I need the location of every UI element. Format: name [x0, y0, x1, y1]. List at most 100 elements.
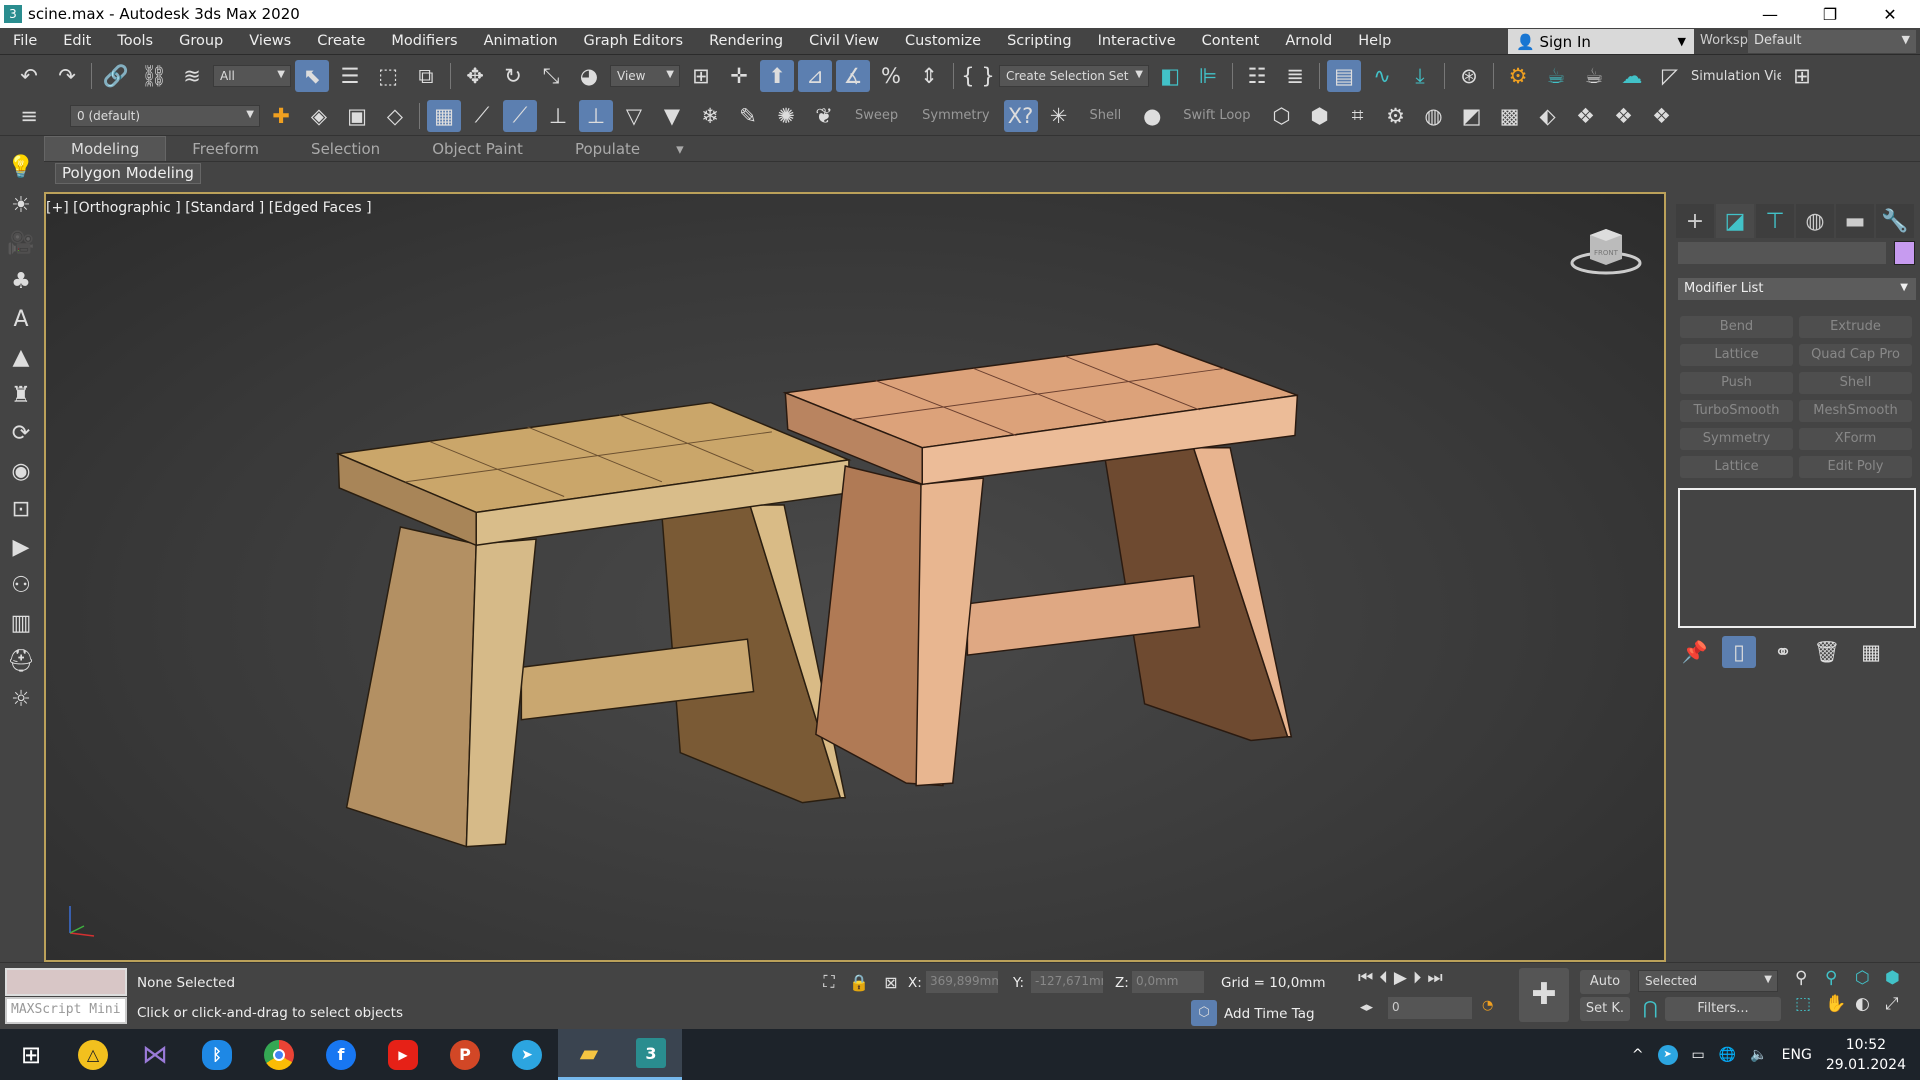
rendered-frame-window-icon[interactable]: ☕: [1539, 60, 1573, 92]
symmetry-button[interactable]: Symmetry: [912, 108, 999, 123]
group-icon[interactable]: ⚇: [4, 569, 38, 601]
taskbar-app-telegram[interactable]: ➤: [496, 1029, 558, 1080]
light-bulb-icon[interactable]: 💡: [4, 151, 38, 183]
grid-snap-icon[interactable]: ▦: [427, 99, 461, 132]
menu-interactive[interactable]: Interactive: [1085, 33, 1189, 49]
set-key-button[interactable]: Set K.: [1580, 997, 1630, 1021]
menu-civil-view[interactable]: Civil View: [796, 33, 892, 49]
menu-edit[interactable]: Edit: [50, 33, 104, 49]
modifier-push-button[interactable]: Push: [1680, 372, 1793, 394]
selection-filter-dropdown[interactable]: All ▼: [213, 65, 291, 87]
modifier-stack[interactable]: [1678, 488, 1916, 628]
menu-help[interactable]: Help: [1345, 33, 1404, 49]
telegram-tray-icon[interactable]: ➤: [1657, 1044, 1678, 1065]
paint-icon[interactable]: ✎: [731, 100, 765, 132]
frame-icon[interactable]: ⊡: [4, 493, 38, 525]
volume-icon[interactable]: 🔈: [1750, 1047, 1767, 1063]
remove-modifier-icon[interactable]: 🗑: [1810, 636, 1844, 668]
shell-button[interactable]: Shell: [1080, 108, 1132, 123]
ribbon-options-icon[interactable]: ▾: [666, 137, 694, 161]
restore-button[interactable]: ❐: [1800, 5, 1860, 24]
go-to-end-icon[interactable]: ⏭: [1427, 968, 1442, 988]
taskbar-app-autodesk[interactable]: △: [62, 1029, 124, 1080]
spinner-snap-icon[interactable]: ⇕: [912, 60, 946, 92]
toggle-ribbon-icon[interactable]: ▤: [1327, 60, 1361, 92]
camera-icon[interactable]: 🎥: [4, 227, 38, 259]
z-coordinate-field[interactable]: 0,0mm: [1132, 971, 1204, 993]
reference-coordinate-dropdown[interactable]: View ▼: [610, 65, 680, 87]
open-a360-gallery-icon[interactable]: ◸: [1653, 60, 1687, 92]
auto-key-button[interactable]: Auto: [1580, 970, 1630, 994]
modifier-edit-poly-button[interactable]: Edit Poly: [1799, 456, 1912, 478]
layer-pivot-icon[interactable]: ⬖: [1531, 100, 1565, 132]
add-time-tag-button[interactable]: Add Time Tag: [1224, 1006, 1315, 1022]
layer-manager-icon[interactable]: ≡: [12, 100, 46, 132]
filters-button[interactable]: Filters...: [1665, 997, 1781, 1021]
layers-icon[interactable]: ◈: [302, 100, 336, 132]
modifier-quad-cap-pro-button[interactable]: Quad Cap Pro: [1799, 344, 1912, 366]
menu-group[interactable]: Group: [166, 33, 236, 49]
zoom-extents-all-icon[interactable]: ⬢: [1885, 968, 1915, 988]
scene-explorer-icon[interactable]: ☷: [1240, 60, 1274, 92]
named-selection-set-dropdown[interactable]: Create Selection Set ▼: [999, 65, 1149, 87]
sign-in-button[interactable]: 👤 Sign In ▼: [1508, 29, 1694, 54]
taskbar-app-file-explorer[interactable]: ▰: [558, 1029, 620, 1080]
select-by-name-icon[interactable]: ☰: [333, 60, 367, 92]
sweep-icon[interactable]: ❦: [807, 100, 841, 132]
viewport-label[interactable]: [+] [Orthographic ] [Standard ] [Edged F…: [46, 200, 372, 216]
start-button[interactable]: ⊞: [0, 1029, 62, 1080]
y-coordinate-field[interactable]: -127,671mm: [1031, 971, 1103, 993]
maxscript-mini-listener[interactable]: MAXScript Mini: [5, 997, 127, 1024]
simulation-view-label[interactable]: Simulation View: [1691, 69, 1781, 84]
rectangular-selection-icon[interactable]: ⬚: [371, 60, 405, 92]
snap-tool-icon[interactable]: ⟋: [503, 99, 537, 132]
snaps-toggle-icon[interactable]: ⊿: [798, 60, 832, 92]
bind-space-warp-icon[interactable]: ≋: [175, 60, 209, 92]
layer-stack-icon[interactable]: ◇: [378, 100, 412, 132]
pivot-center-icon[interactable]: ⊞: [684, 60, 718, 92]
key-filter-dropdown[interactable]: Selected ▼: [1638, 970, 1778, 992]
edge-slide-icon[interactable]: ⊥: [541, 100, 575, 132]
menu-create[interactable]: Create: [304, 33, 378, 49]
menu-views[interactable]: Views: [236, 33, 304, 49]
menu-customize[interactable]: Customize: [892, 33, 994, 49]
modifier-extrude-button[interactable]: Extrude: [1799, 316, 1912, 338]
maximize-viewport-icon[interactable]: ⤢: [1885, 994, 1915, 1014]
brush-icon[interactable]: ✺: [769, 100, 803, 132]
menu-arnold[interactable]: Arnold: [1272, 33, 1345, 49]
zoom-extents-icon[interactable]: ⬡: [1855, 968, 1885, 988]
motion-tab-icon[interactable]: ◍: [1796, 204, 1834, 238]
go-to-start-icon[interactable]: ⏮: [1358, 968, 1373, 988]
tyflow-cube2-icon[interactable]: ❖: [1607, 100, 1641, 132]
maxscript-listener-output[interactable]: [5, 968, 127, 996]
select-object-icon[interactable]: ⬉: [295, 60, 329, 92]
menu-file[interactable]: File: [0, 33, 50, 49]
text-icon[interactable]: A: [4, 303, 38, 335]
modifier-xform-button[interactable]: XForm: [1799, 428, 1912, 450]
vertex-select-icon[interactable]: ▽: [617, 100, 651, 132]
curve-editor-icon[interactable]: ∿: [1365, 60, 1399, 92]
layer-dropdown[interactable]: 0 (default) ▼: [70, 104, 260, 127]
redo-icon[interactable]: ↷: [50, 60, 84, 92]
play-icon[interactable]: ▶: [1394, 968, 1407, 988]
time-tag-icon[interactable]: ⬡: [1191, 1000, 1217, 1026]
tyflow-cube3-icon[interactable]: ❖: [1645, 100, 1679, 132]
sweep-button[interactable]: Sweep: [845, 108, 908, 123]
render-production-icon[interactable]: ☕: [1577, 60, 1611, 92]
modifier-lattice-button[interactable]: Lattice: [1680, 344, 1793, 366]
select-manipulate-icon[interactable]: ✛: [722, 60, 756, 92]
tab-selection[interactable]: Selection: [285, 137, 406, 161]
xform-icon[interactable]: X?: [1003, 99, 1038, 132]
pan-hand-icon[interactable]: ✋: [1825, 994, 1855, 1014]
menu-scripting[interactable]: Scripting: [994, 33, 1084, 49]
rotate-icon[interactable]: ↻: [496, 60, 530, 92]
render-cloud-icon[interactable]: ☁: [1615, 60, 1649, 92]
freeze-icon[interactable]: ❄: [693, 100, 727, 132]
field-of-view-icon[interactable]: ⬚: [1795, 994, 1825, 1014]
zoom-icon[interactable]: ⚲: [1795, 968, 1825, 988]
move-icon[interactable]: ✥: [458, 60, 492, 92]
panel-icon[interactable]: ▥: [4, 607, 38, 639]
taskbar-app-powerpoint[interactable]: P: [434, 1029, 496, 1080]
menu-graph-editors[interactable]: Graph Editors: [571, 33, 697, 49]
bulb-outline-icon[interactable]: ☼: [4, 683, 38, 715]
